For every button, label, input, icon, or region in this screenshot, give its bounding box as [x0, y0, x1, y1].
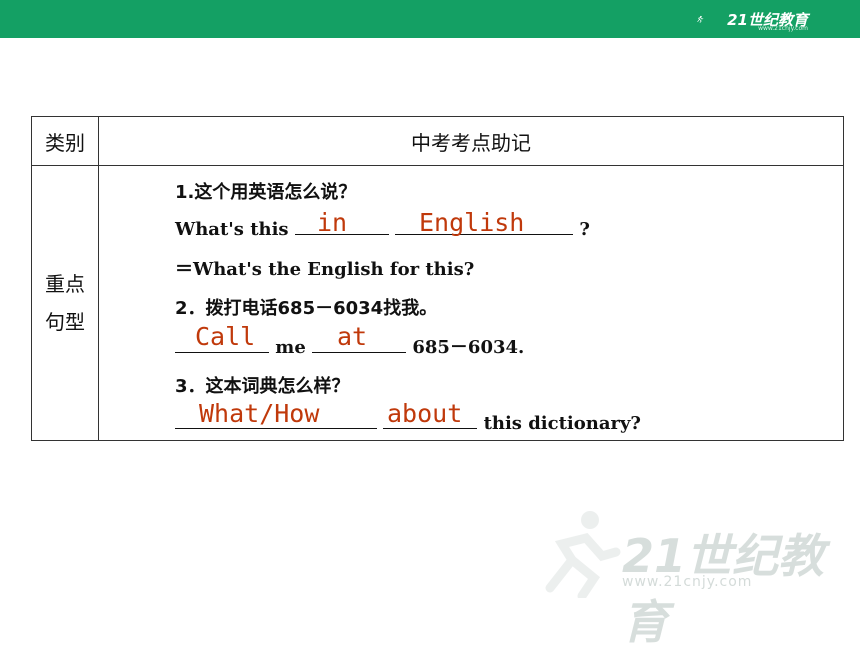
item1-answer2: English	[419, 208, 525, 237]
row-category-line2: 句型	[45, 310, 85, 334]
item2-chinese: 2．拨打电话685－6034找我。	[175, 298, 438, 319]
item3-answer2: about	[387, 399, 463, 428]
item2-answer1: Call	[195, 322, 256, 351]
item1-answer1: in	[317, 208, 348, 237]
item3-answer1: What/How	[199, 399, 320, 428]
column-header-category: 类别	[31, 116, 99, 166]
top-banner: 21世纪教育 www.21cnjy.com	[0, 0, 860, 38]
content-cell: 1.这个用英语怎么说？ What's this ? in English ＝Wh…	[98, 165, 844, 441]
item1-prefix: What's this	[175, 219, 289, 240]
item3-chinese: 3．这本词典怎么样？	[175, 376, 350, 397]
item1-alternative: ＝What's the English for this?	[175, 259, 475, 280]
table-row: 重点 句型 1.这个用英语怎么说？ What's this ? in Engli…	[31, 165, 844, 441]
column-header-main: 中考考点助记	[98, 116, 844, 166]
watermark-url: www.21cnjy.com	[622, 574, 753, 590]
row-category-line1: 重点	[45, 272, 85, 296]
item2-suffix: 685－6034.	[412, 337, 525, 358]
item1-suffix: ?	[579, 219, 590, 240]
item1-chinese: 1.这个用英语怎么说？	[175, 182, 357, 203]
content-area: 1.这个用英语怎么说？ What's this ? in English ＝Wh…	[99, 166, 843, 440]
row-category: 重点 句型	[31, 165, 99, 441]
item2-answer2: at	[337, 322, 368, 351]
item1-sentence: What's this ?	[175, 216, 590, 240]
key-sentences-table: 类别 中考考点助记 重点 句型 1.这个用英语怎么说？ What's this …	[31, 116, 844, 441]
runner-logo-icon	[697, 15, 704, 23]
brand-logo-url: www.21cnjy.com	[758, 25, 808, 32]
item3-suffix: this dictionary?	[483, 413, 641, 434]
item2-mid: me	[275, 337, 306, 358]
table-header-row: 类别 中考考点助记	[31, 116, 844, 166]
